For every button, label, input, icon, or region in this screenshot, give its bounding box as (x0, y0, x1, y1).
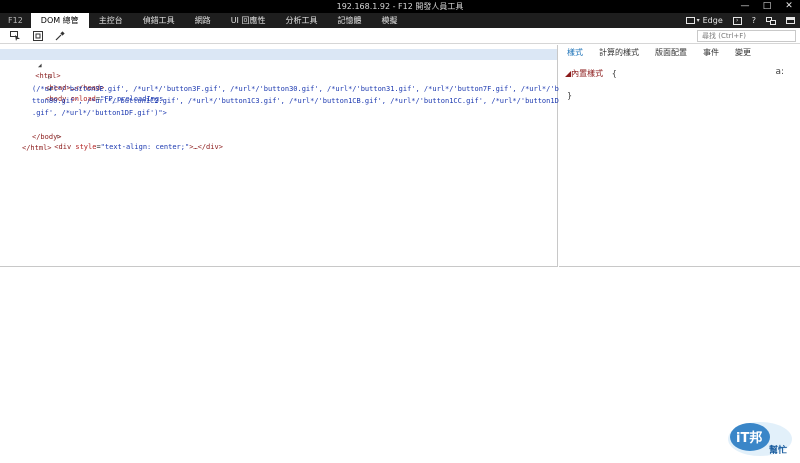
new-rule-icon: a: (775, 67, 784, 77)
help-icon: ? (751, 16, 756, 25)
dom-node-body[interactable]: ◢ <body onload="FP_preloadImgs (0, 72, 163, 103)
dom-node-html-close[interactable]: </html> (22, 143, 52, 154)
highlight-box-icon (32, 31, 43, 41)
find-input[interactable]: 尋找 (Ctrl+F) (697, 30, 796, 42)
tab-debugger[interactable]: 偵錯工具 (133, 13, 185, 28)
emulation-mode-label: Edge (702, 16, 723, 25)
dom-node-head[interactable]: ▷ <head>…</head> (0, 61, 104, 92)
emulation-mode-selector[interactable]: ▾ Edge (681, 13, 728, 28)
tab-ui-responsiveness[interactable]: UI 回應性 (221, 13, 276, 28)
dom-markup: <div (54, 143, 76, 151)
pin-button[interactable] (781, 13, 800, 28)
window-title: 192.168.1.92 - F12 開發人員工具 (336, 2, 464, 11)
dom-attribute-value-continued: tton80.gif', /*url*/'button1C2.gif', /*u… (32, 97, 564, 105)
color-picker-button[interactable] (53, 30, 66, 42)
maximize-button[interactable]: □ (756, 0, 778, 13)
dom-markup: >…</div> (189, 143, 223, 151)
styles-pane: 樣式 計算的樣式 版面配置 事件 變更 ◢內置樣式 { } a: (559, 45, 800, 267)
find-placeholder: 尋找 (Ctrl+F) (702, 32, 747, 40)
dom-attribute-value: "text-align: center;" (100, 143, 190, 151)
highlight-element-button[interactable] (31, 30, 44, 42)
tab-network[interactable]: 網路 (185, 13, 221, 28)
inline-style-rule[interactable]: ◢內置樣式 { (565, 68, 617, 79)
new-rule-button[interactable]: a: (775, 67, 784, 77)
eyedropper-icon (55, 31, 65, 41)
prompt-icon: › (732, 16, 742, 25)
tab-computed[interactable]: 計算的樣式 (591, 47, 647, 59)
tab-profiler[interactable]: 分析工具 (275, 13, 327, 28)
f12-label: F12 (8, 16, 23, 25)
tab-changes[interactable]: 變更 (727, 47, 759, 59)
tab-events[interactable]: 事件 (695, 47, 727, 59)
title-bar: 192.168.1.92 - F12 開發人員工具 — □ ✕ (0, 0, 800, 13)
help-button[interactable]: ? (747, 13, 761, 28)
tab-dom-explorer[interactable]: DOM 總管 (30, 13, 89, 28)
dom-node-html[interactable]: ◢ <html> (0, 49, 557, 80)
dom-attribute-value-continued: (/*url*/'button3E.gif', /*url*/'button3F… (32, 85, 564, 93)
select-element-button[interactable] (9, 30, 22, 42)
styles-tabs: 樣式 計算的樣式 版面配置 事件 變更 (559, 47, 800, 59)
tab-memory[interactable]: 記憶體 (327, 13, 371, 28)
undock-icon (766, 16, 776, 25)
dom-attribute-name: style (75, 143, 97, 151)
inline-style-label: ◢內置樣式 (565, 69, 604, 78)
minimize-button[interactable]: — (734, 0, 756, 13)
dom-tree-pane[interactable]: ◢ <html> ▷ <head>…</head> ◢ <body onload… (0, 45, 563, 267)
run-command-button[interactable]: › (728, 13, 747, 28)
close-button[interactable]: ✕ (778, 0, 800, 13)
logo-subtext: 幫忙 (769, 444, 787, 456)
logo-text: iT邦 (736, 430, 762, 446)
open-brace: { (611, 69, 617, 78)
undock-button[interactable] (761, 13, 781, 28)
tab-bar-right-tools: ▾ Edge › ? (681, 13, 800, 28)
tool-tab-bar: F12 DOM 總管 主控台 偵錯工具 網路 UI 回應性 分析工具 記憶體 模… (0, 13, 800, 28)
tab-layout[interactable]: 版面配置 (647, 47, 695, 59)
tab-emulation[interactable]: 模擬 (371, 13, 407, 28)
dom-node-body-close[interactable]: </body> (32, 132, 62, 143)
f12-devtools-window: 192.168.1.92 - F12 開發人員工具 — □ ✕ F12 DOM … (0, 0, 800, 463)
tab-console[interactable]: 主控台 (89, 13, 133, 28)
dom-toolbar: 尋找 (Ctrl+F) (0, 28, 800, 44)
monitor-icon (685, 17, 695, 24)
dom-attribute-value-continued: .gif', /*url*/'button1DF.gif')"> (32, 109, 167, 117)
logo-icon: iT邦 幫忙 (728, 422, 792, 456)
ithome-logo-watermark: iT邦 幫忙 (722, 419, 794, 459)
window-controls: — □ ✕ (734, 0, 800, 13)
dom-node-div[interactable]: ▷ <div style="text-align: center;">…</di… (0, 120, 223, 151)
dropdown-arrow-icon: ▾ (696, 17, 700, 24)
select-element-icon (10, 31, 20, 41)
close-brace: } (567, 91, 573, 100)
tab-styles[interactable]: 樣式 (559, 47, 591, 59)
pin-icon (786, 17, 795, 24)
